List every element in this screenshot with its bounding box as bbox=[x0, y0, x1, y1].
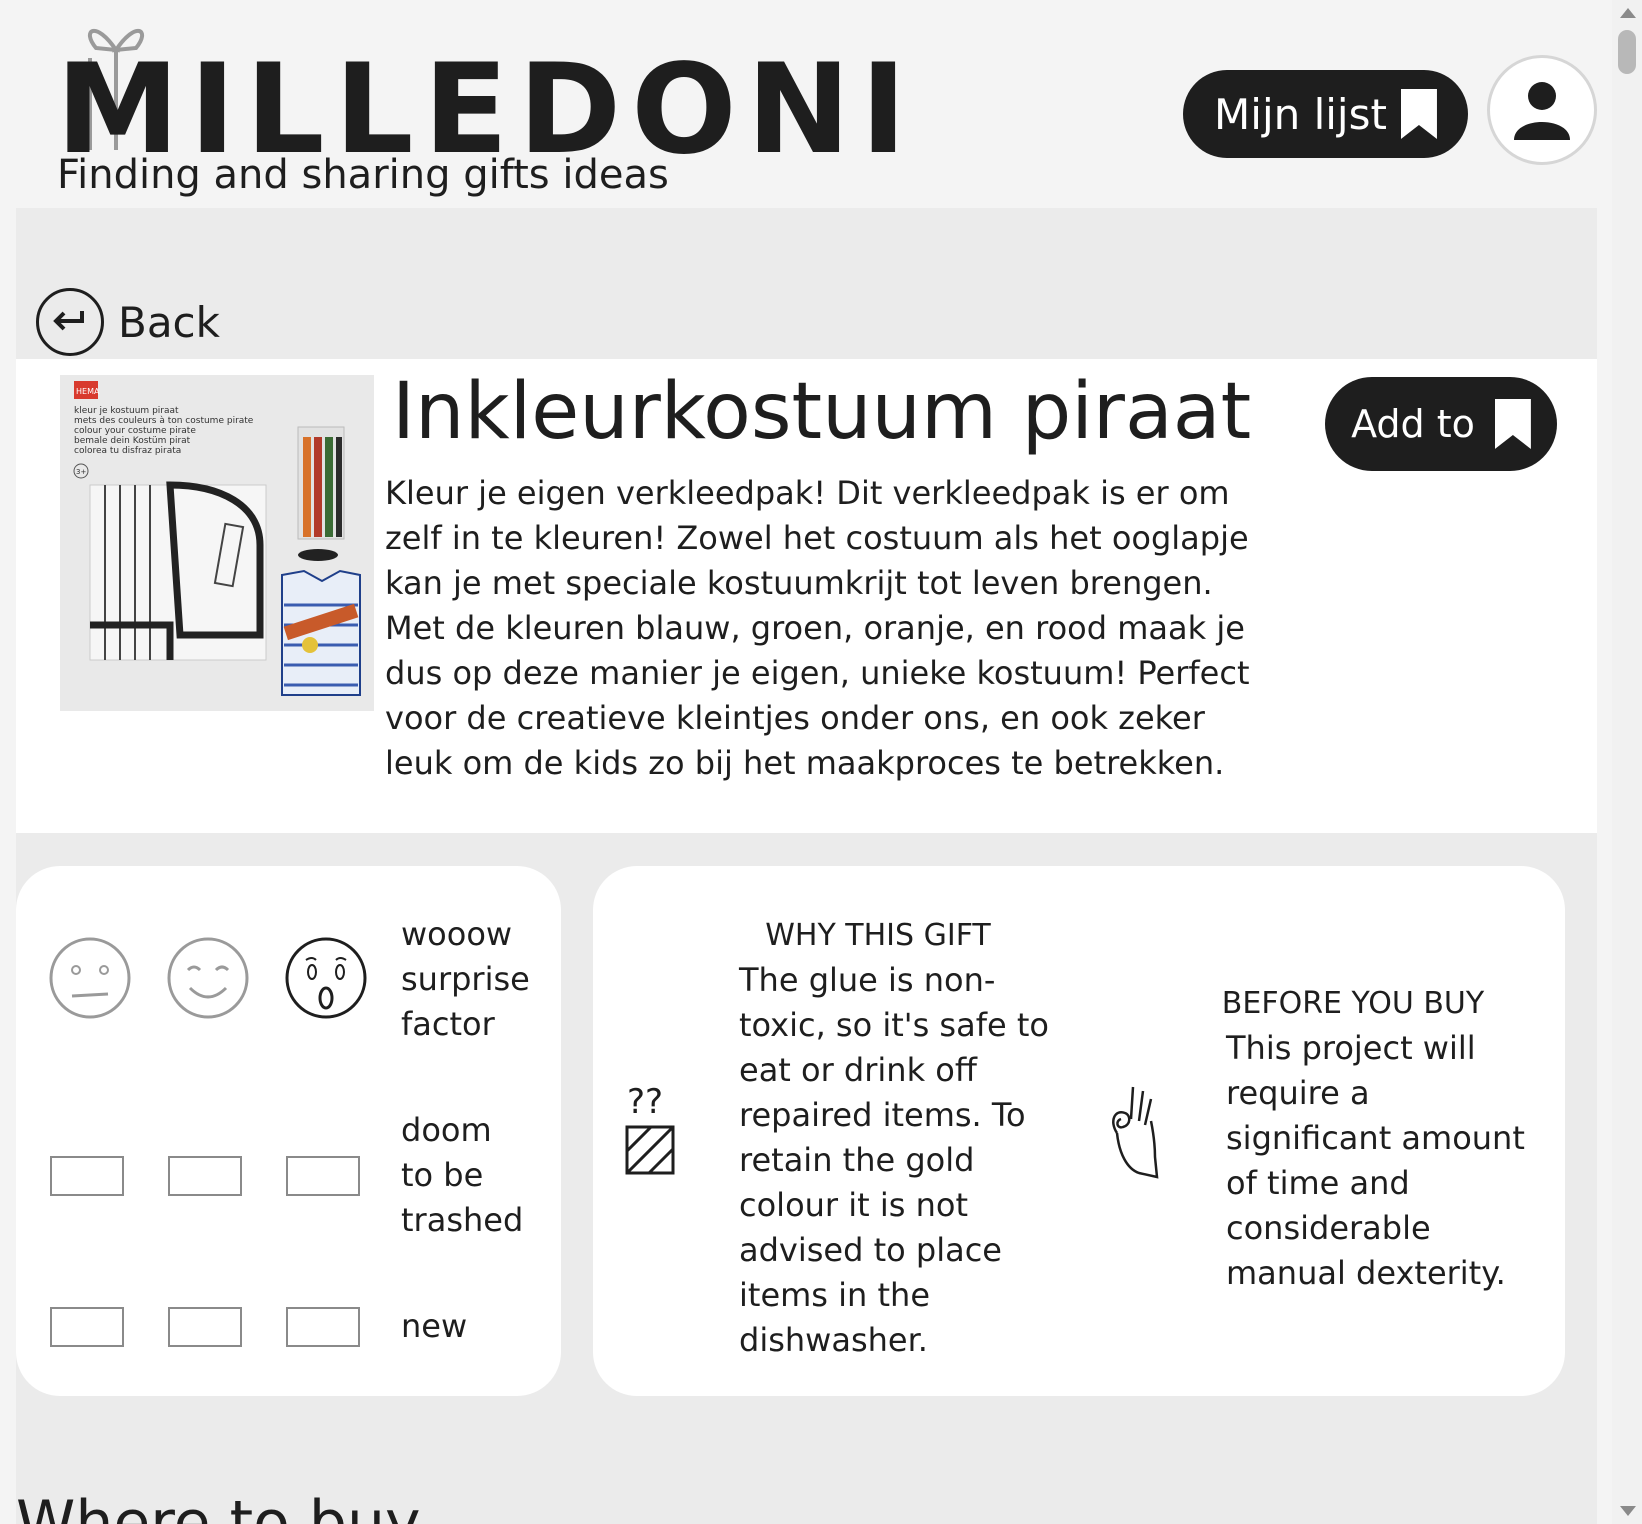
why-line: colour it is not bbox=[739, 1186, 968, 1224]
bookmark-icon bbox=[1400, 89, 1437, 139]
rating-label-new: new bbox=[401, 1304, 467, 1349]
why-heading: WHY THIS GIFT bbox=[765, 918, 991, 953]
why-line: repaired items. To bbox=[739, 1096, 1026, 1134]
add-to-label: Add to bbox=[1351, 402, 1475, 446]
before-line: require a bbox=[1226, 1074, 1370, 1112]
product-image: HEMA kleur je kostuum piraat mets des co… bbox=[60, 375, 374, 711]
package-line: colorea tu disfraz pirata bbox=[74, 446, 181, 456]
why-line: items in the bbox=[739, 1276, 930, 1314]
scrollbar[interactable] bbox=[1612, 0, 1642, 1524]
age-badge: 3+ bbox=[76, 468, 86, 476]
why-line: toxic, so it's safe to bbox=[739, 1006, 1049, 1044]
why-line: The glue is non- bbox=[739, 961, 996, 999]
rating-label-line: new bbox=[401, 1307, 468, 1345]
rating-label-line: wooow bbox=[401, 915, 513, 953]
where-to-buy-heading: Where to buy bbox=[16, 1488, 421, 1524]
rating-box[interactable] bbox=[168, 1156, 242, 1196]
add-to-list-button[interactable]: Add to bbox=[1325, 377, 1557, 471]
back-button[interactable]: Back bbox=[36, 288, 220, 356]
smile-face-icon[interactable] bbox=[166, 936, 250, 1020]
rating-label-line: surprise bbox=[401, 960, 530, 998]
question-gift-icon: ?? bbox=[625, 1082, 675, 1175]
why-line: retain the gold bbox=[739, 1141, 975, 1179]
before-body: This project will require a significant … bbox=[1226, 1026, 1525, 1296]
rating-box[interactable] bbox=[286, 1156, 360, 1196]
milledoni-logo[interactable]: MILLEDONI bbox=[56, 20, 907, 172]
product-section: HEMA kleur je kostuum piraat mets des co… bbox=[16, 359, 1597, 833]
scroll-down-arrow-icon[interactable] bbox=[1620, 1506, 1636, 1516]
package-line: colour your costume pirate bbox=[74, 426, 196, 436]
back-label: Back bbox=[118, 297, 220, 347]
product-title: Inkleurkostuum piraat bbox=[392, 367, 1252, 457]
why-line: advised to place bbox=[739, 1231, 1002, 1269]
rating-card: wooow surprise factor doom to be trashed… bbox=[16, 866, 561, 1396]
profile-button[interactable] bbox=[1487, 55, 1597, 165]
before-line: of time and bbox=[1226, 1164, 1410, 1202]
before-line: This project will bbox=[1226, 1029, 1476, 1067]
scroll-up-arrow-icon[interactable] bbox=[1620, 8, 1636, 18]
rating-box[interactable] bbox=[286, 1307, 360, 1347]
rating-label-line: trashed bbox=[401, 1201, 524, 1239]
rating-label-line: factor bbox=[401, 1005, 495, 1043]
rating-box[interactable] bbox=[168, 1307, 242, 1347]
package-line: mets des couleurs à ton costume pirate bbox=[74, 416, 254, 426]
before-line: manual dexterity. bbox=[1226, 1254, 1506, 1292]
wow-face-icon[interactable] bbox=[284, 936, 368, 1020]
rating-label-line: to be bbox=[401, 1156, 484, 1194]
rating-label-doom: doom to be trashed bbox=[401, 1108, 523, 1243]
why-body: The glue is non- toxic, so it's safe to … bbox=[739, 958, 1049, 1363]
ok-hand-icon bbox=[1112, 1086, 1159, 1179]
package-line: bemale dein Kostüm pirat bbox=[74, 436, 191, 446]
before-heading: BEFORE YOU BUY bbox=[1221, 986, 1485, 1021]
tagline: Finding and sharing gifts ideas bbox=[57, 152, 669, 198]
user-icon bbox=[1514, 82, 1570, 140]
rating-box[interactable] bbox=[50, 1307, 124, 1347]
back-arrow-icon bbox=[36, 288, 104, 356]
my-list-button[interactable]: Mijn lijst bbox=[1183, 70, 1468, 158]
before-line: considerable bbox=[1226, 1209, 1431, 1247]
before-line: significant amount bbox=[1226, 1119, 1525, 1157]
package-line: kleur je kostuum piraat bbox=[74, 406, 179, 416]
neutral-face-icon[interactable] bbox=[48, 936, 132, 1020]
bookmark-icon bbox=[1494, 399, 1531, 449]
rating-label-line: doom bbox=[401, 1111, 492, 1149]
why-line: dishwasher. bbox=[739, 1321, 928, 1359]
brand-text: HEMA bbox=[76, 387, 100, 396]
my-list-label: Mijn lijst bbox=[1214, 89, 1387, 139]
product-description: Kleur je eigen verkleedpak! Dit verkleed… bbox=[385, 474, 1250, 782]
svg-text:??: ?? bbox=[627, 1082, 663, 1122]
why-line: eat or drink off bbox=[739, 1051, 977, 1089]
rating-label-surprise: wooow surprise factor bbox=[401, 912, 530, 1047]
rating-box[interactable] bbox=[50, 1156, 124, 1196]
scroll-thumb[interactable] bbox=[1618, 30, 1636, 74]
info-card: ?? WHY THIS GIFT The glue is non- toxic,… bbox=[593, 866, 1565, 1396]
